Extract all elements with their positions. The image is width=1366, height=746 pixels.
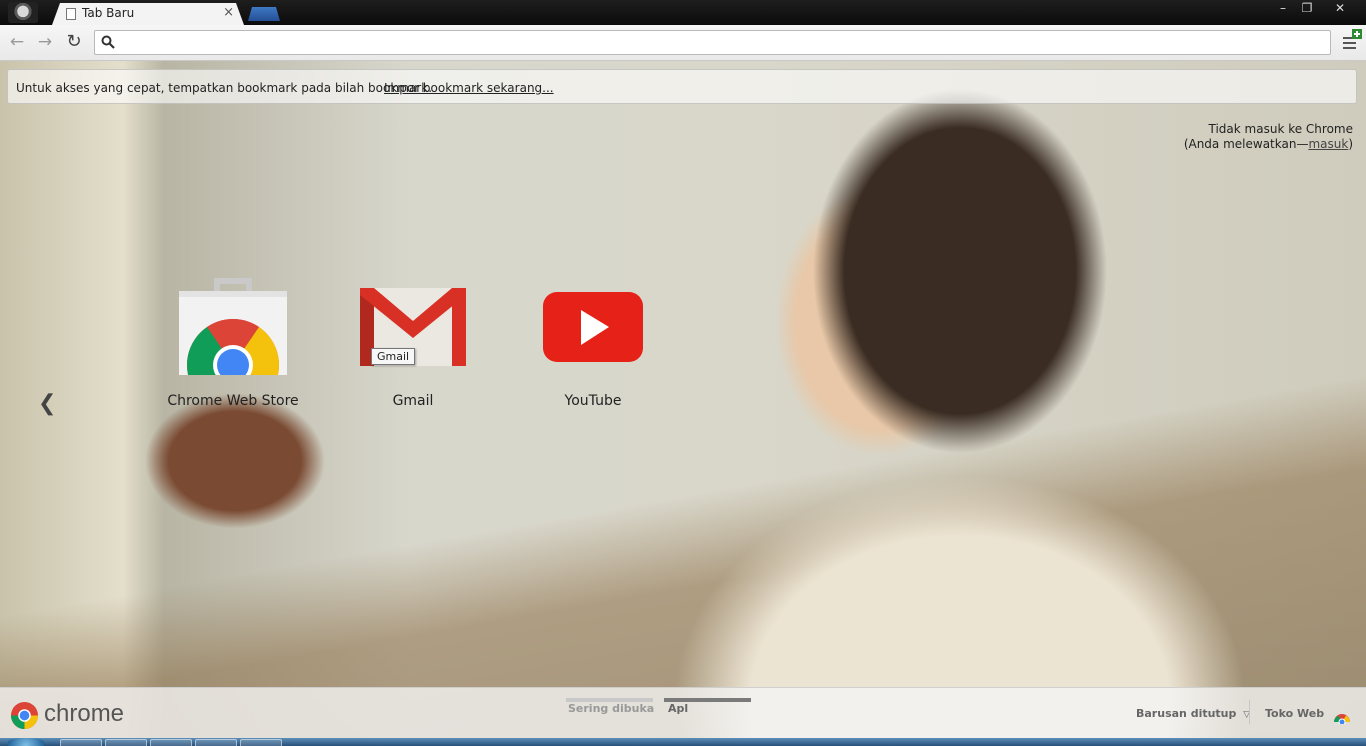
app-youtube[interactable]: YouTube [518, 275, 668, 409]
tab-new-tab[interactable]: Tab Baru × [52, 3, 244, 25]
web-store-link[interactable]: Toko Web [1265, 707, 1324, 720]
app-chrome-web-store[interactable]: Chrome Web Store [158, 275, 308, 409]
taskbar-item[interactable] [105, 739, 147, 746]
tab-title: Tab Baru [82, 6, 135, 20]
previous-page-arrow[interactable]: ❮ [38, 391, 56, 416]
signin-suffix: ) [1348, 137, 1353, 151]
update-badge-icon [1352, 29, 1362, 39]
gmail-tooltip: Gmail [371, 348, 416, 365]
profile-avatar-icon[interactable] [8, 2, 38, 23]
taskbar-item[interactable] [60, 739, 102, 746]
app-label: Chrome Web Store [167, 393, 299, 409]
signin-status: Tidak masuk ke Chrome (Anda melewatkan—m… [1184, 122, 1353, 152]
tab-close-icon[interactable]: × [223, 5, 234, 20]
close-window-button[interactable]: ✕ [1320, 0, 1360, 18]
window-titlebar: Tab Baru × – ❐ ✕ [0, 0, 1366, 25]
youtube-icon [543, 292, 643, 362]
os-taskbar [0, 738, 1366, 746]
restore-button[interactable]: ❐ [1294, 0, 1320, 18]
reload-button[interactable]: ↻ [63, 31, 85, 53]
page-icon [66, 8, 76, 20]
app-label: YouTube [564, 393, 622, 409]
search-icon [101, 35, 115, 49]
web-store-icon[interactable] [1333, 706, 1351, 724]
footer-divider [1249, 700, 1250, 724]
signin-prefix: (Anda melewatkan— [1183, 137, 1309, 151]
browser-toolbar: ← → ↻ [0, 25, 1366, 61]
chrome-web-store-icon [179, 278, 287, 375]
page-indicator-active [664, 698, 751, 702]
back-button[interactable]: ← [6, 31, 28, 53]
recently-closed-label: Barusan ditutup [1136, 707, 1237, 720]
tab-label: Sering dibuka [568, 702, 655, 715]
start-button-icon[interactable] [8, 738, 44, 746]
taskbar-item[interactable] [150, 739, 192, 746]
chrome-menu-button[interactable] [1340, 29, 1362, 53]
tab-most-visited[interactable]: Sering dibuka [566, 698, 655, 715]
signin-link[interactable]: masuk [1308, 137, 1348, 151]
page-indicator [566, 698, 653, 702]
omnibox-input[interactable] [119, 33, 1319, 52]
recently-closed-menu[interactable]: Barusan ditutup ▽ [1136, 707, 1250, 720]
new-tab-button[interactable] [248, 7, 280, 21]
app-label: Gmail [392, 393, 434, 409]
chrome-logo-icon [10, 701, 39, 730]
taskbar-item[interactable] [195, 739, 237, 746]
tab-label: Apl [668, 702, 689, 715]
new-tab-page: Untuk akses yang cepat, tempatkan bookma… [0, 61, 1366, 746]
bookmark-bar: Untuk akses yang cepat, tempatkan bookma… [7, 69, 1357, 104]
bookmark-bar-hint: Untuk akses yang cepat, tempatkan bookma… [16, 81, 433, 95]
signin-status-line: Tidak masuk ke Chrome [1208, 122, 1353, 136]
forward-button[interactable]: → [34, 31, 56, 53]
ntp-footer: chrome Sering dibuka Apl Barusan ditutup… [0, 687, 1366, 738]
taskbar-item[interactable] [240, 739, 282, 746]
chrome-wordmark: chrome [44, 700, 125, 727]
tab-apps[interactable]: Apl [664, 698, 751, 715]
import-bookmarks-link[interactable]: Impor bookmark sekarang... [384, 81, 554, 95]
minimize-button[interactable]: – [1270, 0, 1296, 18]
omnibox[interactable] [94, 30, 1331, 55]
